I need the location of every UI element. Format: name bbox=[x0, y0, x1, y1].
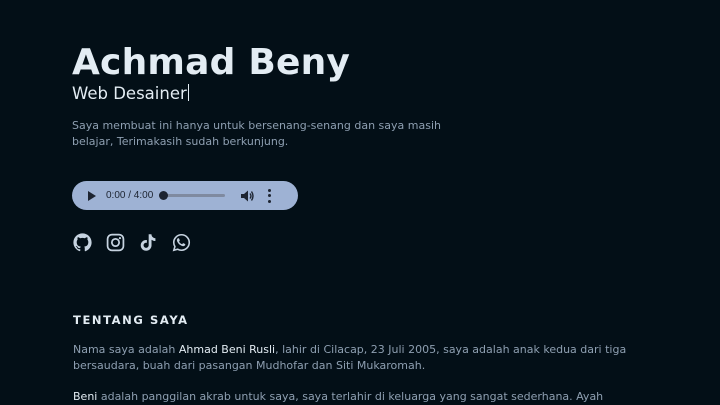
hero-description: Saya membuat ini hanya untuk bersenang-s… bbox=[72, 119, 441, 148]
typing-caret bbox=[187, 84, 190, 101]
audio-player[interactable]: 0:00 / 4:00 bbox=[72, 181, 298, 210]
github-icon[interactable] bbox=[72, 232, 92, 252]
tiktok-icon[interactable] bbox=[138, 232, 158, 252]
about-p1-intro: Nama saya adalah bbox=[73, 343, 179, 356]
instagram-icon[interactable] bbox=[105, 232, 125, 252]
play-icon[interactable] bbox=[88, 190, 96, 201]
hero-name: Achmad Beny bbox=[72, 42, 351, 83]
social-links bbox=[72, 232, 204, 252]
more-vertical-icon[interactable] bbox=[267, 188, 271, 203]
section-title-about: TENTANG SAYA bbox=[73, 313, 189, 327]
volume-icon[interactable] bbox=[241, 189, 255, 203]
about-paragraph-1: Nama saya adalah Ahmad Beni Rusli, lahir… bbox=[73, 342, 653, 374]
about-p2-rest: adalah panggilan akrab untuk saya, saya … bbox=[97, 390, 604, 403]
about-paragraph-2: Beni adalah panggilan akrab untuk saya, … bbox=[73, 389, 653, 405]
hero-role-text: Web Desainer bbox=[72, 84, 187, 103]
about-p2-name: Beni bbox=[73, 390, 98, 403]
audio-seek-bar[interactable] bbox=[159, 191, 226, 200]
hero-role: Web Desainer bbox=[72, 83, 190, 105]
audio-time-display: 0:00 / 4:00 bbox=[106, 190, 154, 201]
about-p1-name: Ahmad Beni Rusli bbox=[178, 343, 276, 356]
whatsapp-icon[interactable] bbox=[171, 232, 191, 252]
audio-seek-thumb[interactable] bbox=[159, 191, 169, 200]
